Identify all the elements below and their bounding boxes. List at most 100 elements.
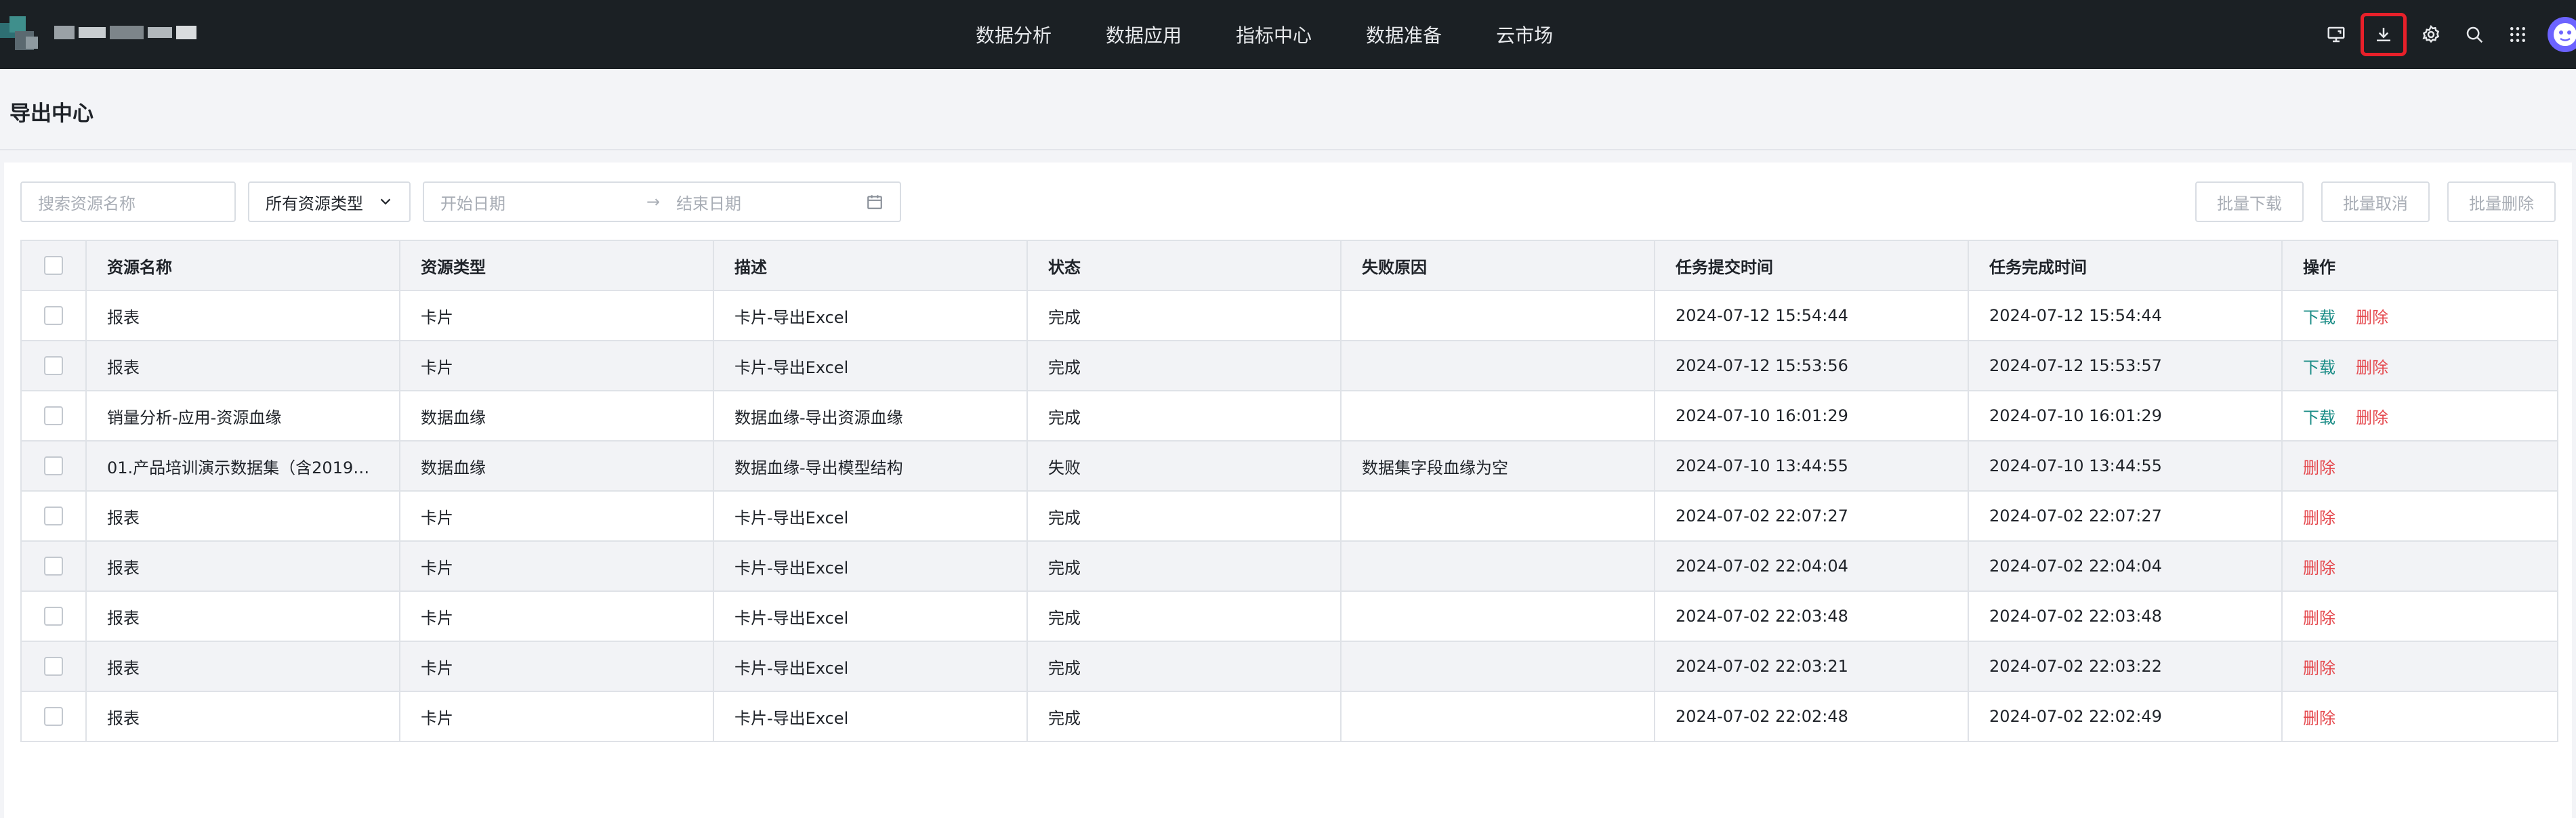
delete-link[interactable]: 删除 <box>2356 304 2388 328</box>
download-link[interactable]: 下载 <box>2303 354 2335 378</box>
resource-type-select[interactable]: 所有资源类型 <box>248 181 411 222</box>
search-input[interactable]: 搜索资源名称 <box>20 181 236 222</box>
delete-link[interactable]: 删除 <box>2356 404 2388 428</box>
resource-name-text: 报表 <box>107 708 140 728</box>
page-title: 导出中心 <box>9 102 94 126</box>
cell-submit-time: 2024-07-02 22:03:48 <box>1655 592 1969 641</box>
delete-link[interactable]: 删除 <box>2303 705 2335 729</box>
cell-resource-name: 报表 <box>87 592 400 641</box>
row-checkbox[interactable] <box>44 507 63 525</box>
table-row: 销量分析-应用-资源血缘 数据血缘 数据血缘-导出资源血缘 完成 2024-07-10 … <box>22 391 2557 442</box>
download-link[interactable]: 下载 <box>2303 304 2335 328</box>
export-panel: 搜索资源名称 所有资源类型 开始日期 → 结束日期 批量下载 批量取消 批量删除… <box>4 163 2572 818</box>
cell-description: 卡片-导出Excel <box>714 291 1028 340</box>
nav-metrics-center[interactable]: 指标中心 <box>1236 21 1312 48</box>
row-checkbox[interactable] <box>44 356 63 375</box>
cell-resource-name: 销量分析-应用-资源血缘 <box>87 391 400 440</box>
nav-data-preparation[interactable]: 数据准备 <box>1366 21 1442 48</box>
date-range-picker[interactable]: 开始日期 → 结束日期 <box>423 181 901 222</box>
cell-actions: 下载 删除 <box>2283 391 2556 440</box>
cell-finish-time: 2024-07-02 22:03:48 <box>1969 592 2283 641</box>
cell-description: 数据血缘-导出资源血缘 <box>714 391 1028 440</box>
row-checkbox[interactable] <box>44 406 63 425</box>
cell-actions: 删除 <box>2283 442 2556 490</box>
batch-actions: 批量下载 批量取消 批量删除 <box>2195 181 2556 222</box>
search-placeholder: 搜索资源名称 <box>38 194 136 213</box>
batch-download-button[interactable]: 批量下载 <box>2195 181 2304 222</box>
cell-description: 卡片-导出Excel <box>714 542 1028 590</box>
row-checkbox-cell <box>22 442 87 490</box>
cell-description: 卡片-导出Excel <box>714 492 1028 540</box>
cell-fail-reason <box>1342 542 1655 590</box>
resource-name-text: 01.产品培训演示数据集（含2019数... <box>107 458 379 477</box>
row-checkbox[interactable] <box>44 657 63 676</box>
cell-fail-reason <box>1342 642 1655 691</box>
header-fail-reason: 失败原因 <box>1342 241 1655 290</box>
settings-button[interactable] <box>2409 13 2453 56</box>
start-date-input[interactable]: 开始日期 <box>440 190 630 214</box>
download-link[interactable]: 下载 <box>2303 404 2335 428</box>
cell-finish-time: 2024-07-12 15:54:44 <box>1969 291 2283 340</box>
nav-data-application[interactable]: 数据应用 <box>1106 21 1182 48</box>
cell-actions: 删除 <box>2283 492 2556 540</box>
row-checkbox[interactable] <box>44 306 63 325</box>
cell-fail-reason: 数据集字段血缘为空 <box>1342 442 1655 490</box>
row-checkbox[interactable] <box>44 707 63 726</box>
header-submit-time: 任务提交时间 <box>1655 241 1969 290</box>
end-date-input[interactable]: 结束日期 <box>676 190 866 214</box>
cell-submit-time: 2024-07-02 22:02:48 <box>1655 692 1969 741</box>
search-icon <box>2466 26 2483 43</box>
select-all-checkbox[interactable] <box>44 256 63 275</box>
user-avatar[interactable] <box>2548 17 2576 52</box>
cell-resource-type: 卡片 <box>400 291 714 340</box>
cell-submit-time: 2024-07-02 22:03:21 <box>1655 642 1969 691</box>
row-checkbox[interactable] <box>44 607 63 626</box>
cell-status: 完成 <box>1028 592 1342 641</box>
batch-delete-button[interactable]: 批量删除 <box>2447 181 2556 222</box>
export-center-button[interactable] <box>2361 13 2407 56</box>
monitor-icon <box>2327 26 2345 43</box>
export-table: 资源名称 资源类型 描述 状态 失败原因 任务提交时间 任务完成时间 操作 报表… <box>20 240 2558 742</box>
search-button[interactable] <box>2453 13 2496 56</box>
cell-fail-reason <box>1342 391 1655 440</box>
delete-link[interactable]: 删除 <box>2303 555 2335 578</box>
cell-fail-reason <box>1342 692 1655 741</box>
header-finish-time: 任务完成时间 <box>1969 241 2283 290</box>
delete-link[interactable]: 删除 <box>2303 655 2335 679</box>
cell-finish-time: 2024-07-02 22:04:04 <box>1969 542 2283 590</box>
cell-finish-time: 2024-07-10 16:01:29 <box>1969 391 2283 440</box>
cell-fail-reason <box>1342 492 1655 540</box>
cell-actions: 删除 <box>2283 692 2556 741</box>
table-header-row: 资源名称 资源类型 描述 状态 失败原因 任务提交时间 任务完成时间 操作 <box>22 241 2557 291</box>
cell-finish-time: 2024-07-12 15:53:57 <box>1969 341 2283 390</box>
nav-data-analysis[interactable]: 数据分析 <box>976 21 1052 48</box>
row-checkbox[interactable] <box>44 557 63 576</box>
monitor-button[interactable] <box>2314 13 2358 56</box>
cell-fail-reason <box>1342 592 1655 641</box>
batch-cancel-button[interactable]: 批量取消 <box>2321 181 2430 222</box>
toolbar-right <box>2314 0 2576 69</box>
delete-link[interactable]: 删除 <box>2303 605 2335 628</box>
cell-description: 卡片-导出Excel <box>714 592 1028 641</box>
chevron-down-icon <box>380 198 391 205</box>
cell-resource-type: 卡片 <box>400 492 714 540</box>
cell-resource-name: 01.产品培训演示数据集（含2019数... <box>87 442 400 490</box>
header-description: 描述 <box>714 241 1028 290</box>
title-bar: 导出中心 <box>0 69 2576 150</box>
arrow-right-icon: → <box>646 192 661 211</box>
nav-cloud-market[interactable]: 云市场 <box>1496 21 1553 48</box>
cell-submit-time: 2024-07-02 22:04:04 <box>1655 542 1969 590</box>
delete-link[interactable]: 删除 <box>2303 454 2335 478</box>
row-checkbox[interactable] <box>44 456 63 475</box>
cell-actions: 删除 <box>2283 642 2556 691</box>
brand-logo[interactable] <box>0 16 41 53</box>
cell-resource-name: 报表 <box>87 642 400 691</box>
delete-link[interactable]: 删除 <box>2303 504 2335 528</box>
cell-resource-type: 卡片 <box>400 692 714 741</box>
header-checkbox-cell <box>22 241 87 290</box>
delete-link[interactable]: 删除 <box>2356 354 2388 378</box>
cell-actions: 删除 <box>2283 542 2556 590</box>
row-checkbox-cell <box>22 692 87 741</box>
download-icon <box>2377 28 2390 41</box>
apps-button[interactable] <box>2496 13 2539 56</box>
